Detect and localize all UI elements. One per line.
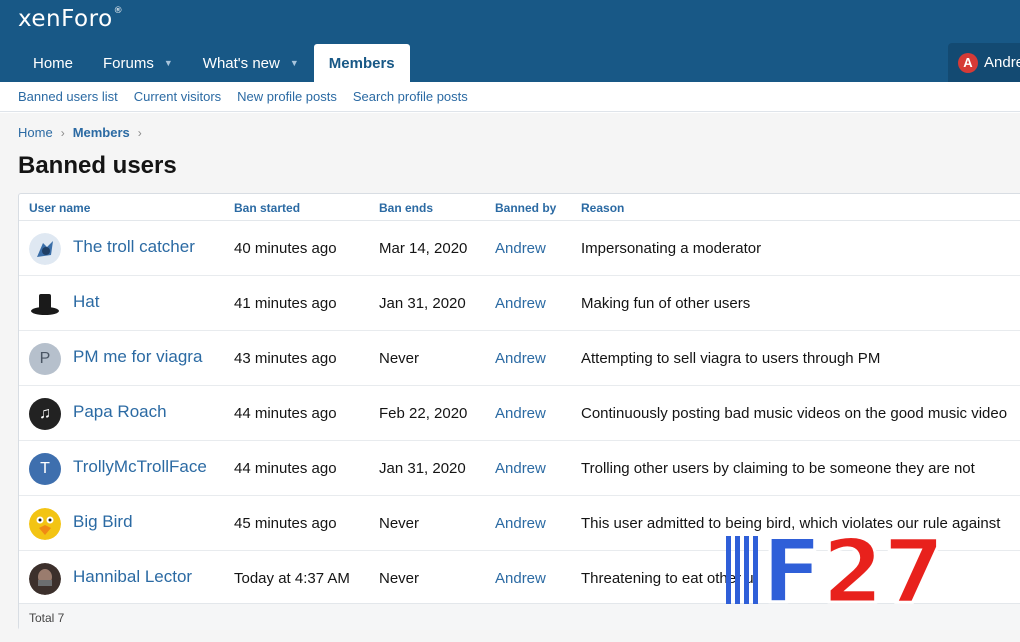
- watermark-number: 27: [822, 526, 944, 610]
- user-name-link[interactable]: Hannibal Lector: [73, 567, 192, 587]
- page-title: Banned users: [18, 152, 177, 179]
- breadcrumb: Home › Members ›: [18, 125, 150, 140]
- user-name-link[interactable]: Hat: [73, 292, 99, 312]
- breadcrumb-home[interactable]: Home: [18, 125, 53, 140]
- nav-tab-whats-new[interactable]: What's new ▼: [188, 44, 314, 82]
- sub-nav-current-visitors[interactable]: Current visitors: [134, 89, 221, 104]
- chevron-right-icon: ›: [137, 125, 142, 140]
- ban-started: 44 minutes ago: [234, 460, 337, 477]
- chevron-down-icon[interactable]: ▼: [164, 58, 173, 68]
- watermark-text: F27: [762, 526, 945, 610]
- total-count: Total 7: [29, 611, 65, 625]
- ban-started: 45 minutes ago: [234, 515, 337, 532]
- column-header-ban-started[interactable]: Ban started: [234, 201, 300, 215]
- sub-nav-search-profile-posts[interactable]: Search profile posts: [353, 89, 468, 104]
- ban-reason: Attempting to sell viagra to users throu…: [581, 350, 881, 367]
- avatar[interactable]: [29, 233, 61, 265]
- nav-tab-label: Home: [33, 54, 74, 72]
- avatar[interactable]: [29, 288, 61, 320]
- ban-ends: Mar 14, 2020: [379, 240, 468, 257]
- table-row: The troll catcher 40 minutes ago Mar 14,…: [19, 221, 1020, 276]
- table-row: ♫ Papa Roach 44 minutes ago Feb 22, 2020…: [19, 386, 1020, 441]
- banned-by-link[interactable]: Andrew: [495, 295, 546, 312]
- ban-ends: Jan 31, 2020: [379, 295, 466, 312]
- ban-reason: Trolling other users by claiming to be s…: [581, 460, 975, 477]
- column-header-banned-by[interactable]: Banned by: [495, 201, 556, 215]
- site-logo[interactable]: xenForo®: [18, 6, 123, 32]
- ban-ends: Never: [379, 515, 420, 532]
- user-name-link[interactable]: Big Bird: [73, 512, 133, 532]
- site-header: xenForo® Home Forums ▼ What's new ▼ Memb…: [0, 0, 1020, 82]
- nav-tab-label: Forums: [103, 54, 154, 72]
- ban-reason: Impersonating a moderator: [581, 240, 762, 257]
- column-header-reason[interactable]: Reason: [581, 201, 624, 215]
- breadcrumb-members[interactable]: Members: [73, 125, 130, 140]
- nav-tab-label: What's new: [202, 54, 280, 72]
- nav-tab-forums[interactable]: Forums ▼: [88, 44, 188, 82]
- portrait-photo-icon: [29, 563, 61, 595]
- ban-started: 40 minutes ago: [234, 240, 337, 257]
- avatar[interactable]: [29, 563, 61, 595]
- user-account-menu[interactable]: A Andre: [948, 43, 1020, 82]
- banned-by-link[interactable]: Andrew: [495, 460, 546, 477]
- user-name-link[interactable]: The troll catcher: [73, 237, 195, 257]
- column-header-ban-ends[interactable]: Ban ends: [379, 201, 433, 215]
- ban-ends: Feb 22, 2020: [379, 405, 468, 422]
- main-nav: Home Forums ▼ What's new ▼ Members: [18, 44, 410, 82]
- avatar[interactable]: P: [29, 343, 61, 375]
- avatar[interactable]: T: [29, 453, 61, 485]
- watermark-letter-f: F: [762, 526, 822, 610]
- yellow-bird-icon: [29, 508, 61, 540]
- ban-started: 41 minutes ago: [234, 295, 337, 312]
- sub-nav-banned-users[interactable]: Banned users list: [18, 89, 118, 104]
- chevron-down-icon[interactable]: ▼: [290, 58, 299, 68]
- sub-nav-new-profile-posts[interactable]: New profile posts: [237, 89, 337, 104]
- table-row: T TrollyMcTrollFace 44 minutes ago Jan 3…: [19, 441, 1020, 496]
- ban-started: 44 minutes ago: [234, 405, 337, 422]
- banned-by-link[interactable]: Andrew: [495, 515, 546, 532]
- banned-by-link[interactable]: Andrew: [495, 570, 546, 587]
- user-name: Andre: [984, 54, 1020, 71]
- user-name-link[interactable]: PM me for viagra: [73, 347, 202, 367]
- ban-started: 43 minutes ago: [234, 350, 337, 367]
- banned-by-link[interactable]: Andrew: [495, 350, 546, 367]
- ban-reason: Continuously posting bad music videos on…: [581, 405, 1008, 422]
- user-name-link[interactable]: Papa Roach: [73, 402, 167, 422]
- column-header-user-name[interactable]: User name: [29, 201, 90, 215]
- chevron-right-icon: ›: [60, 125, 65, 140]
- ban-reason: Making fun of other users: [581, 295, 751, 312]
- nav-tab-members[interactable]: Members: [313, 44, 410, 82]
- banned-by-link[interactable]: Andrew: [495, 405, 546, 422]
- user-name-link[interactable]: TrollyMcTrollFace: [73, 457, 207, 477]
- ban-ends: Jan 31, 2020: [379, 460, 466, 477]
- nav-tab-home[interactable]: Home: [18, 44, 88, 82]
- table-row: Hat 41 minutes ago Jan 31, 2020 Andrew M…: [19, 276, 1020, 331]
- avatar[interactable]: [29, 508, 61, 540]
- ban-started: Today at 4:37 AM: [234, 570, 350, 587]
- ban-ends: Never: [379, 570, 420, 587]
- table-header: User name Ban started Ban ends Banned by…: [19, 194, 1020, 221]
- sub-nav: Banned users list Current visitors New p…: [0, 82, 1020, 112]
- nav-tab-label: Members: [328, 54, 395, 72]
- troll-catcher-avatar-icon: [29, 233, 61, 265]
- avatar[interactable]: ♫: [29, 398, 61, 430]
- top-hat-icon: [31, 294, 59, 315]
- logo-text: xenForo: [18, 6, 113, 32]
- f27-watermark-logo: F27: [726, 526, 946, 610]
- logo-registered-mark: ®: [113, 6, 124, 16]
- ban-ends: Never: [379, 350, 420, 367]
- banned-by-link[interactable]: Andrew: [495, 240, 546, 257]
- table-row: P PM me for viagra 43 minutes ago Never …: [19, 331, 1020, 386]
- avatar: A: [958, 52, 978, 73]
